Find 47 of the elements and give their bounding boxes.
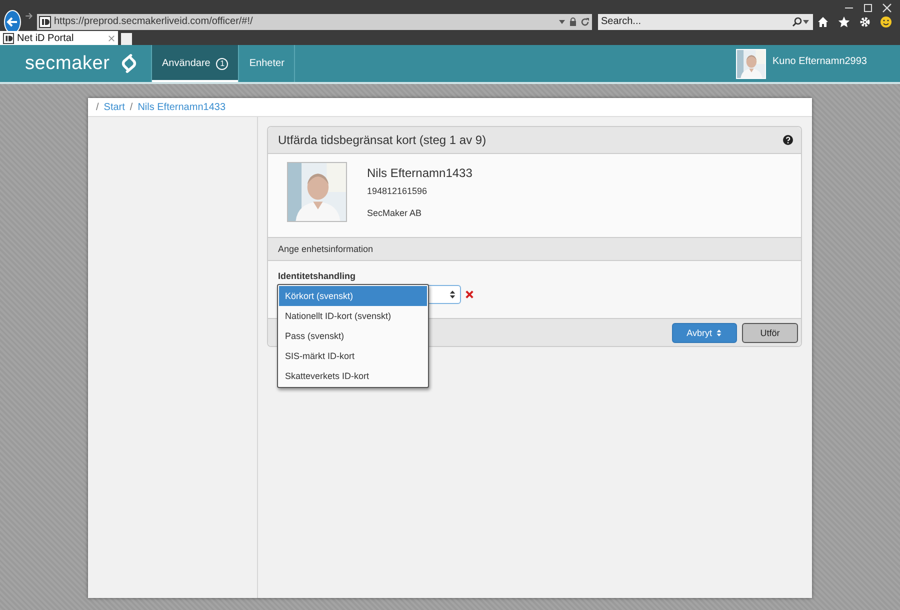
back-button[interactable]	[4, 10, 21, 34]
back-arrow-icon	[6, 16, 18, 28]
person-name: Nils Efternamn1433	[367, 166, 472, 180]
browser-tab[interactable]: Net iD Portal	[0, 31, 118, 45]
refresh-icon	[580, 16, 590, 26]
site-icon	[39, 16, 51, 28]
logo-icon	[120, 53, 138, 74]
help-icon	[783, 135, 793, 145]
card-title: Utfärda tidsbegränsat kort (steg 1 av 9)	[278, 133, 488, 147]
action-button[interactable]: Avbryt	[672, 322, 737, 342]
breadcrumb-separator: /	[130, 102, 133, 112]
site-icon	[3, 32, 14, 44]
organization-name: SecMaker AB	[367, 208, 423, 218]
lock-icon	[569, 16, 577, 26]
breadcrumb-link[interactable]: Nils Efternamn1433	[138, 102, 226, 112]
dropdown-option[interactable]: Skatteverkets ID-kort	[279, 366, 427, 386]
dropdown-icon	[558, 18, 566, 26]
dropdown-option[interactable]: SIS-märkt ID-kort	[279, 346, 427, 366]
count-badge: 1	[216, 58, 228, 70]
star-icon	[838, 16, 850, 28]
user-name[interactable]: Kuno Efternamn2993	[772, 56, 867, 67]
smiley-icon	[880, 16, 892, 28]
person-number: 194812161596	[367, 186, 428, 196]
field-label: Identitetshandling	[278, 271, 356, 281]
address-bar[interactable]: https://preprod.secmakerliveid.com/officer/#!/	[37, 14, 592, 30]
search-input[interactable]: Search...	[601, 16, 792, 27]
dropdown-option[interactable]: Körkort (svenskt)	[279, 286, 427, 306]
breadcrumb-link[interactable]: Start	[104, 102, 125, 112]
dropdown-icon	[802, 18, 810, 26]
search-icon	[792, 16, 802, 26]
sort-icon	[716, 328, 722, 336]
action-button[interactable]: Utför	[742, 322, 798, 342]
clear-icon	[465, 290, 474, 299]
nav-tab[interactable]: Enheter	[238, 45, 296, 82]
nav-tab[interactable]: Användare 1	[151, 45, 238, 82]
dropdown-option[interactable]: Pass (svenskt)	[279, 326, 427, 346]
section-title: Ange enhetsinformation	[278, 244, 374, 254]
dropdown-option[interactable]: Nationellt ID-kort (svenskt)	[279, 306, 427, 326]
logo-text: secmaker	[25, 52, 110, 74]
close-icon	[108, 34, 115, 42]
sort-icon	[449, 290, 456, 299]
breadcrumb-separator: /	[96, 102, 99, 112]
maximize-icon	[863, 3, 873, 13]
home-icon	[817, 16, 829, 28]
close-icon	[882, 3, 892, 13]
search-field[interactable]: Search...	[598, 14, 813, 30]
settings-icon	[859, 16, 871, 28]
